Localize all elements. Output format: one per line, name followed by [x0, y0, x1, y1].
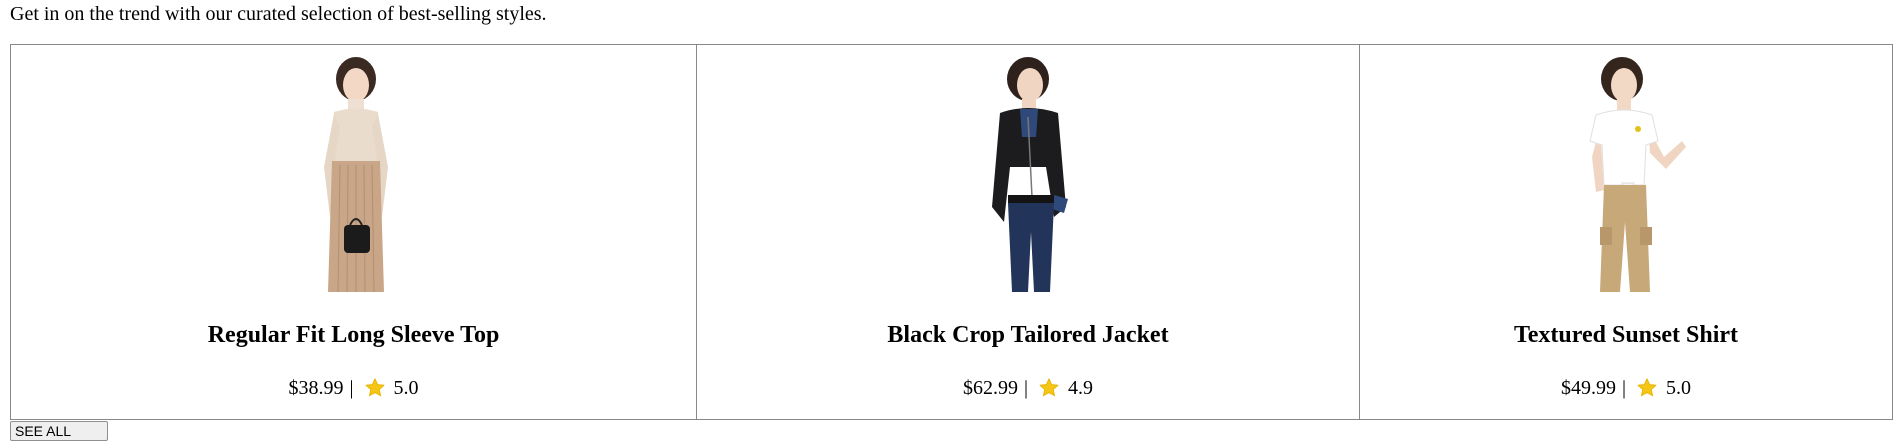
meta-separator: |	[1621, 377, 1626, 399]
product-rating: 5.0	[393, 377, 419, 399]
star-icon	[1637, 378, 1657, 397]
product-card[interactable]: Black Crop Tailored Jacket $62.99 | 4.9	[696, 45, 1359, 419]
product-image[interactable]	[284, 57, 424, 292]
product-price: $38.99	[288, 377, 344, 399]
see-all-button[interactable]: SEE ALL	[10, 421, 108, 441]
product-meta: $38.99 | 5.0	[11, 375, 696, 401]
product-title[interactable]: Textured Sunset Shirt	[1360, 320, 1892, 350]
product-title[interactable]: Black Crop Tailored Jacket	[697, 320, 1359, 350]
meta-separator: |	[349, 377, 354, 399]
star-icon	[1039, 378, 1059, 397]
product-meta: $49.99 | 5.0	[1360, 375, 1892, 401]
product-rating: 4.9	[1068, 377, 1093, 399]
product-image[interactable]	[958, 57, 1098, 292]
product-price: $62.99	[962, 377, 1018, 399]
product-image[interactable]	[1556, 57, 1696, 292]
product-grid: Regular Fit Long Sleeve Top $38.99 | 5.0	[10, 44, 1893, 420]
product-card[interactable]: Regular Fit Long Sleeve Top $38.99 | 5.0	[11, 45, 696, 419]
product-meta: $62.99 | 4.9	[697, 375, 1359, 401]
product-title[interactable]: Regular Fit Long Sleeve Top	[11, 320, 696, 350]
section-intro-text: Get in on the trend with our curated sel…	[10, 3, 547, 25]
meta-separator: |	[1023, 377, 1028, 399]
product-price: $49.99	[1560, 377, 1616, 399]
star-icon	[365, 378, 384, 397]
product-rating: 5.0	[1666, 377, 1691, 399]
product-card[interactable]: Textured Sunset Shirt $49.99 | 5.0	[1359, 45, 1892, 419]
